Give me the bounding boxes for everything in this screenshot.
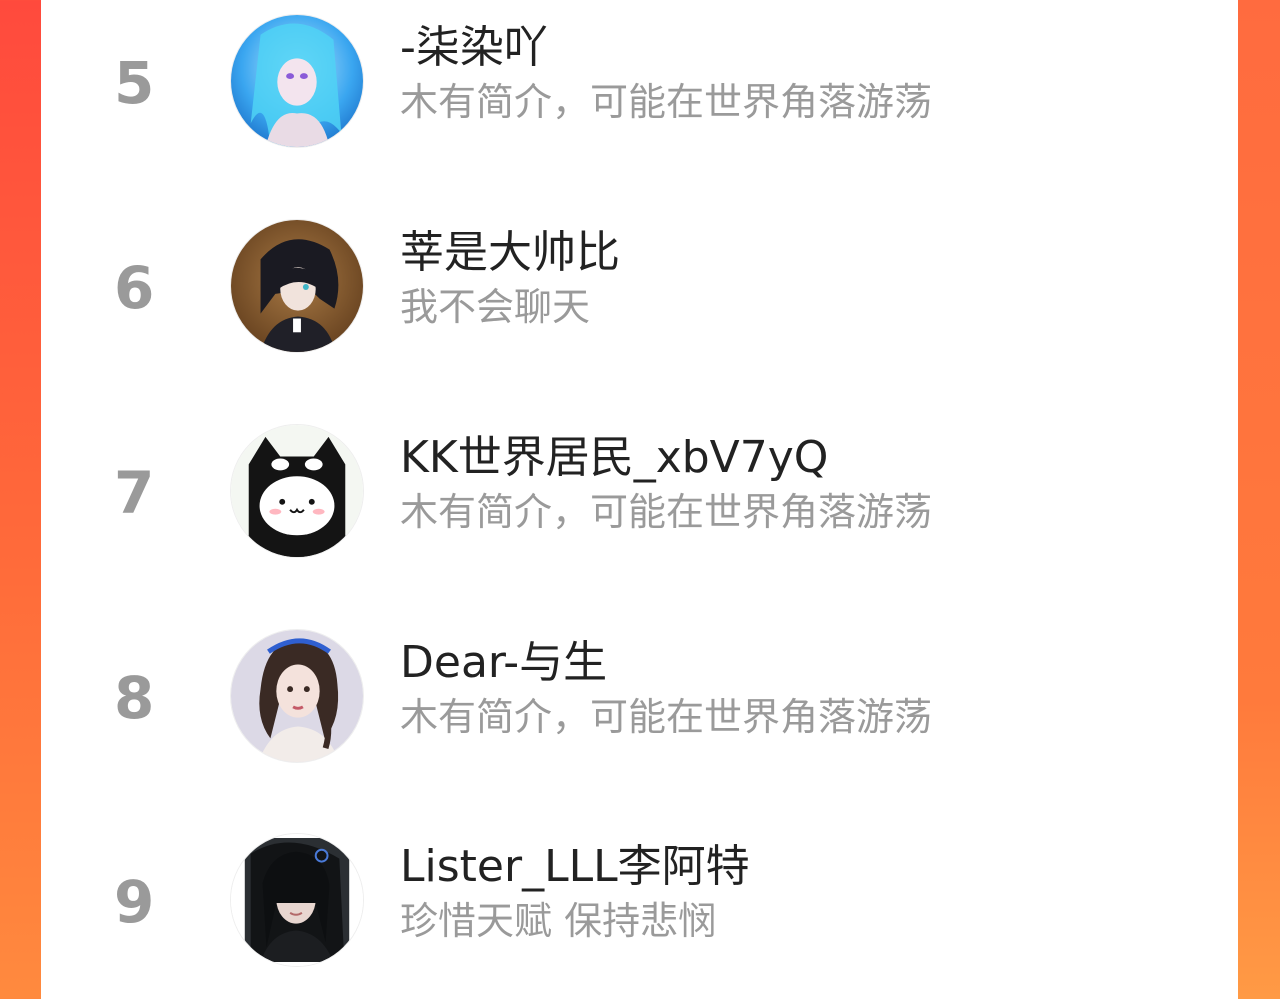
user-bio: 木有简介，可能在世界角落游荡 <box>400 80 933 124</box>
rank-number: 8 <box>114 664 155 732</box>
ranking-row-8[interactable]: 8 Dear-与生 木有简介，可能在世界角落游荡 <box>41 629 1238 809</box>
photo-girl-avatar[interactable] <box>230 833 364 967</box>
rank-number: 7 <box>114 459 155 527</box>
rank-number: 6 <box>114 254 155 322</box>
user-name[interactable]: -柒染吖 <box>400 23 548 72</box>
ranking-row-6[interactable]: 6 莘是大帅比 我不会聊天 <box>41 219 1238 399</box>
user-bio: 珍惜天赋 保持悲悯 <box>400 899 717 943</box>
user-name[interactable]: 莘是大帅比 <box>400 228 620 277</box>
rank-number: 5 <box>114 49 155 117</box>
user-name[interactable]: KK世界居民_xbV7yQ <box>400 433 828 482</box>
ranking-row-7[interactable]: 7 KK世界居民_xbV7yQ 木有简介，可能在世界角落游荡 <box>41 424 1238 604</box>
user-name[interactable]: Dear-与生 <box>400 638 607 687</box>
black-cat-hood-avatar[interactable] <box>230 424 364 558</box>
anime-boy-dark-hair-avatar[interactable] <box>230 219 364 353</box>
user-bio: 木有简介，可能在世界角落游荡 <box>400 490 933 534</box>
ranking-row-9[interactable]: 9 Lister_LLL李阿特 珍惜天赋 保持悲悯 <box>41 833 1238 999</box>
user-name[interactable]: Lister_LLL李阿特 <box>400 842 750 891</box>
ranking-row-5[interactable]: 5 -柒染吖 木有简介，可能在世界角落游荡 <box>41 14 1238 194</box>
rank-number: 9 <box>114 868 155 936</box>
user-bio: 我不会聊天 <box>400 285 591 329</box>
illustrated-girl-avatar[interactable] <box>230 629 364 763</box>
background-strip-right <box>1238 0 1280 999</box>
ranking-list-panel: 5 -柒染吖 木有简介，可能在世界角落游荡 6 莘是大帅比 我不会聊天 7 KK… <box>41 0 1238 999</box>
anime-girl-blue-hair-avatar[interactable] <box>230 14 364 148</box>
user-bio: 木有简介，可能在世界角落游荡 <box>400 695 933 739</box>
